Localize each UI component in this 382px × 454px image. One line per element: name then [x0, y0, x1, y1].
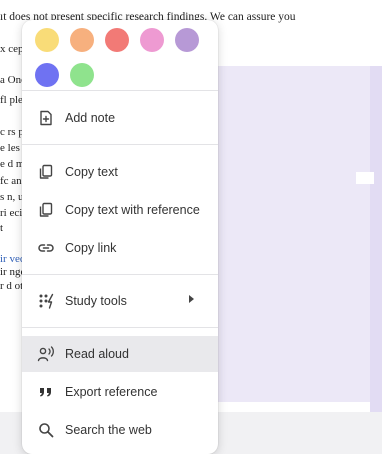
- read-aloud-label: Read aloud: [65, 347, 129, 361]
- copy-link-label: Copy link: [65, 241, 117, 255]
- export-reference-label: Export reference: [65, 385, 158, 399]
- copy-icon: [37, 163, 55, 181]
- add-note-menu-item[interactable]: Add note: [22, 100, 218, 136]
- menu-divider: [22, 327, 218, 328]
- text-cursor-box: [356, 172, 374, 184]
- search-the-web-menu-item[interactable]: Search the web: [22, 412, 218, 448]
- menu-divider: [22, 274, 218, 275]
- copy-text-with-reference-label: Copy text with reference: [65, 203, 200, 217]
- highlight-scroll-strip: [370, 66, 382, 412]
- highlight-color-purple[interactable]: [175, 28, 199, 52]
- highlight-color-yellow[interactable]: [35, 28, 59, 52]
- highlight-color-pink[interactable]: [140, 28, 164, 52]
- highlight-color-red[interactable]: [105, 28, 129, 52]
- menu-divider: [22, 90, 218, 91]
- speaker-icon: [37, 345, 55, 363]
- copy-text-label: Copy text: [65, 165, 118, 179]
- link-icon: [37, 239, 55, 257]
- export-reference-menu-item[interactable]: Export reference: [22, 374, 218, 410]
- read-aloud-menu-item[interactable]: Read aloud: [22, 336, 218, 372]
- copy-text-with-reference-menu-item[interactable]: Copy text with reference: [22, 192, 218, 228]
- search-icon: [37, 421, 55, 439]
- copy-icon: [37, 201, 55, 219]
- highlight-color-blue[interactable]: [35, 63, 59, 87]
- quote-icon: [37, 383, 55, 401]
- chevron-right-icon: [189, 295, 194, 303]
- selection-context-menu: Add note Copy text Copy text with refere…: [22, 20, 218, 454]
- copy-text-menu-item[interactable]: Copy text: [22, 154, 218, 190]
- study-tools-label: Study tools: [65, 294, 127, 308]
- add-note-label: Add note: [65, 111, 116, 125]
- highlight-color-green[interactable]: [70, 63, 94, 87]
- study-tools-icon: [37, 292, 55, 310]
- highlight-color-orange[interactable]: [70, 28, 94, 52]
- add-note-icon: [37, 109, 55, 127]
- copy-link-menu-item[interactable]: Copy link: [22, 230, 218, 266]
- study-tools-menu-item[interactable]: Study tools: [22, 283, 218, 319]
- search-the-web-label: Search the web: [65, 423, 152, 437]
- menu-divider: [22, 144, 218, 145]
